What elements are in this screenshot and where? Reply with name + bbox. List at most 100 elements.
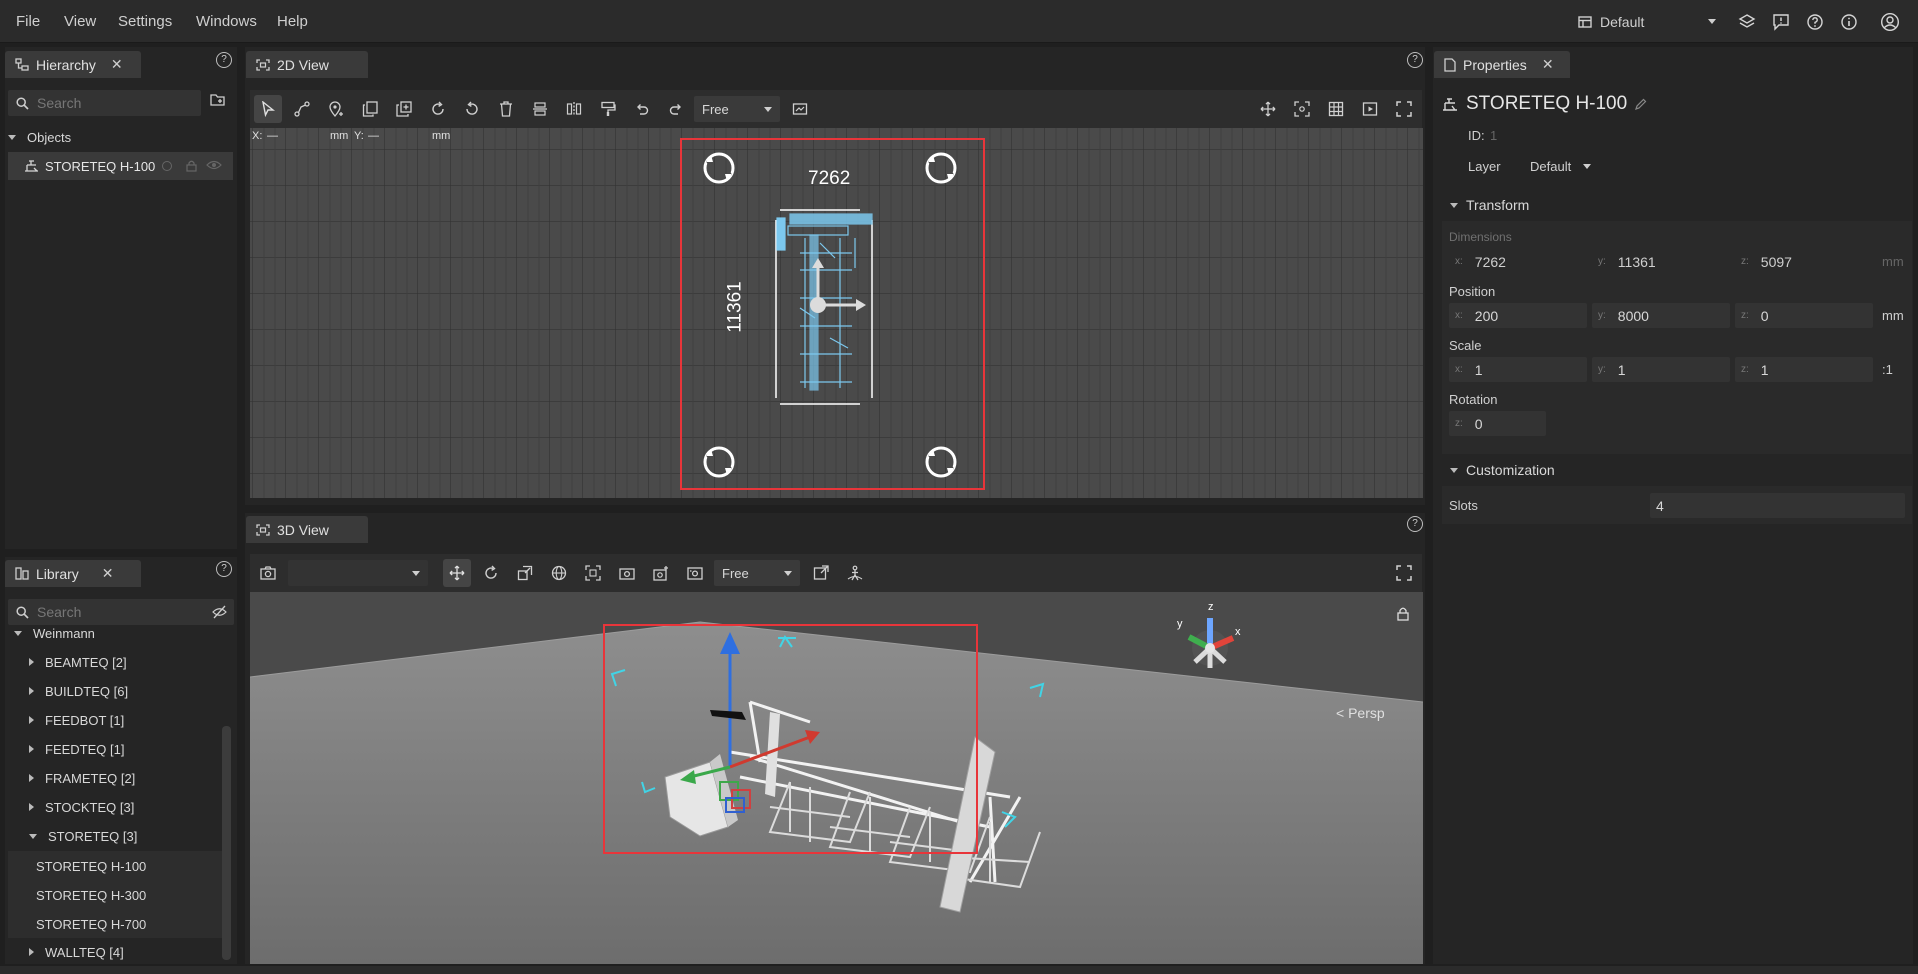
tab-3d-view[interactable]: 3D View [246, 516, 368, 543]
help-button[interactable] [1801, 8, 1829, 36]
position-y-input[interactable]: y: 8000 [1592, 303, 1730, 328]
render-settings-button[interactable] [681, 559, 709, 587]
help-icon[interactable]: ? [1407, 516, 1423, 532]
position-x-input[interactable]: x: 200 [1449, 303, 1587, 328]
paint-button[interactable] [594, 95, 622, 123]
rotate-handle-icon[interactable] [702, 445, 736, 479]
screenshot-button[interactable] [613, 559, 641, 587]
layout-selector[interactable]: Default [1578, 8, 1716, 35]
navigation-mode-select[interactable]: Free [714, 560, 800, 586]
library-group[interactable]: STORETEQ [3] [29, 822, 137, 850]
maximize-3d-button[interactable] [1390, 559, 1418, 587]
close-icon[interactable]: ✕ [111, 56, 123, 73]
library-item[interactable]: STORETEQ H-700 [8, 909, 222, 938]
export-view-button[interactable] [807, 559, 835, 587]
rotate-ccw-button[interactable] [458, 95, 486, 123]
hierarchy-search-input[interactable]: Search [8, 90, 201, 116]
canvas-3d[interactable]: z x y < Persp [250, 592, 1423, 964]
visibility-dot-icon[interactable] [162, 161, 172, 171]
menu-settings[interactable]: Settings [118, 13, 172, 30]
library-scrollbar[interactable] [222, 726, 231, 960]
duplicate-button[interactable] [390, 95, 418, 123]
library-group[interactable]: WALLTEQ [4] [29, 938, 124, 964]
eye-icon[interactable] [206, 160, 222, 170]
place-marker-button[interactable] [322, 95, 350, 123]
library-group[interactable]: BEAMTEQ [2] [29, 648, 127, 676]
redo-button[interactable] [662, 95, 690, 123]
library-group[interactable]: FEEDBOT [1] [29, 706, 124, 734]
rotation-z-input[interactable]: z: 0 [1449, 411, 1546, 436]
library-group[interactable]: BUILDTEQ [6] [29, 677, 128, 705]
help-icon[interactable]: ? [216, 561, 232, 577]
path-tool-button[interactable] [288, 95, 316, 123]
rotate-handle-icon[interactable] [924, 151, 958, 185]
account-button[interactable] [1876, 8, 1904, 36]
library-group[interactable]: FEEDTEQ [1] [29, 735, 124, 763]
rotate-tool-button[interactable] [477, 559, 505, 587]
camera-button[interactable] [254, 559, 282, 587]
add-folder-button[interactable] [210, 93, 230, 113]
library-item[interactable]: STORETEQ H-100 [8, 851, 222, 880]
maximize-2d-button[interactable] [1390, 95, 1418, 123]
delete-button[interactable] [492, 95, 520, 123]
camera-select[interactable] [288, 560, 428, 586]
scale-y-input[interactable]: y: 1 [1592, 357, 1730, 382]
transform-section-header[interactable]: Transform [1442, 190, 1912, 220]
tab-hierarchy[interactable]: Hierarchy ✕ [5, 51, 141, 78]
tab-2d-view[interactable]: 2D View [246, 51, 368, 78]
undo-button[interactable] [628, 95, 656, 123]
scale-x-input[interactable]: x: 1 [1449, 357, 1587, 382]
copy-button[interactable] [356, 95, 384, 123]
projection-toggle[interactable]: < Persp [1336, 705, 1385, 721]
canvas-2d[interactable]: X: — mm Y: — mm 7262 11361 [250, 128, 1423, 498]
frame-selection-button[interactable] [579, 559, 607, 587]
help-icon[interactable]: ? [1407, 52, 1423, 68]
tab-properties[interactable]: Properties ✕ [1434, 51, 1570, 78]
scale-z-input[interactable]: z: 1 [1735, 357, 1873, 382]
menu-help[interactable]: Help [277, 13, 308, 30]
customization-section-header[interactable]: Customization [1442, 455, 1912, 485]
scale-tool-button[interactable] [511, 559, 539, 587]
menu-file[interactable]: File [16, 13, 40, 30]
rotate-handle-icon[interactable] [924, 445, 958, 479]
rotate-cw-button[interactable] [424, 95, 452, 123]
slots-input[interactable]: 4 [1650, 493, 1905, 518]
objects-group[interactable]: Objects [8, 123, 71, 151]
zoom-fit-button[interactable] [1288, 95, 1316, 123]
library-search-input[interactable]: Search [8, 599, 234, 625]
align-button[interactable] [526, 95, 554, 123]
layers-button[interactable] [1733, 8, 1761, 36]
library-group[interactable]: FRAMETEQ [2] [29, 764, 135, 792]
hide-icon[interactable] [212, 605, 227, 619]
info-button[interactable] [1835, 8, 1863, 36]
rotate-handle-icon[interactable] [702, 151, 736, 185]
tab-library[interactable]: Library ✕ [5, 560, 141, 587]
close-icon[interactable]: ✕ [102, 565, 114, 582]
library-parent-weinmann[interactable]: Weinmann [14, 628, 95, 644]
pan-button[interactable] [1254, 95, 1282, 123]
walk-mode-button[interactable] [841, 559, 869, 587]
add-camera-button[interactable] [647, 559, 675, 587]
move-tool-button[interactable] [443, 559, 471, 587]
position-z-input[interactable]: z: 0 [1735, 303, 1873, 328]
hierarchy-item-selected[interactable]: STORETEQ H-100 [8, 152, 233, 180]
menu-view[interactable]: View [64, 13, 96, 30]
library-item[interactable]: STORETEQ H-300 [8, 880, 222, 909]
library-group[interactable]: STOCKTEQ [3] [29, 793, 134, 821]
orientation-gizmo[interactable]: z x y [1165, 601, 1245, 674]
presentation-button[interactable] [1356, 95, 1384, 123]
feedback-button[interactable] [1767, 8, 1795, 36]
layer-select[interactable]: Default [1530, 155, 1610, 177]
edit-pencil-icon[interactable] [1635, 98, 1647, 110]
lock-icon[interactable] [186, 159, 197, 172]
close-icon[interactable]: ✕ [1542, 56, 1554, 73]
help-icon[interactable]: ? [216, 52, 232, 68]
snap-mode-select[interactable]: Free [694, 96, 780, 122]
menu-windows[interactable]: Windows [196, 13, 257, 30]
lock-view-icon[interactable] [1397, 606, 1409, 621]
world-space-button[interactable] [545, 559, 573, 587]
grid-toggle-button[interactable] [1322, 95, 1350, 123]
select-tool-button[interactable] [254, 95, 282, 123]
measure-button[interactable] [786, 95, 814, 123]
mirror-button[interactable] [560, 95, 588, 123]
